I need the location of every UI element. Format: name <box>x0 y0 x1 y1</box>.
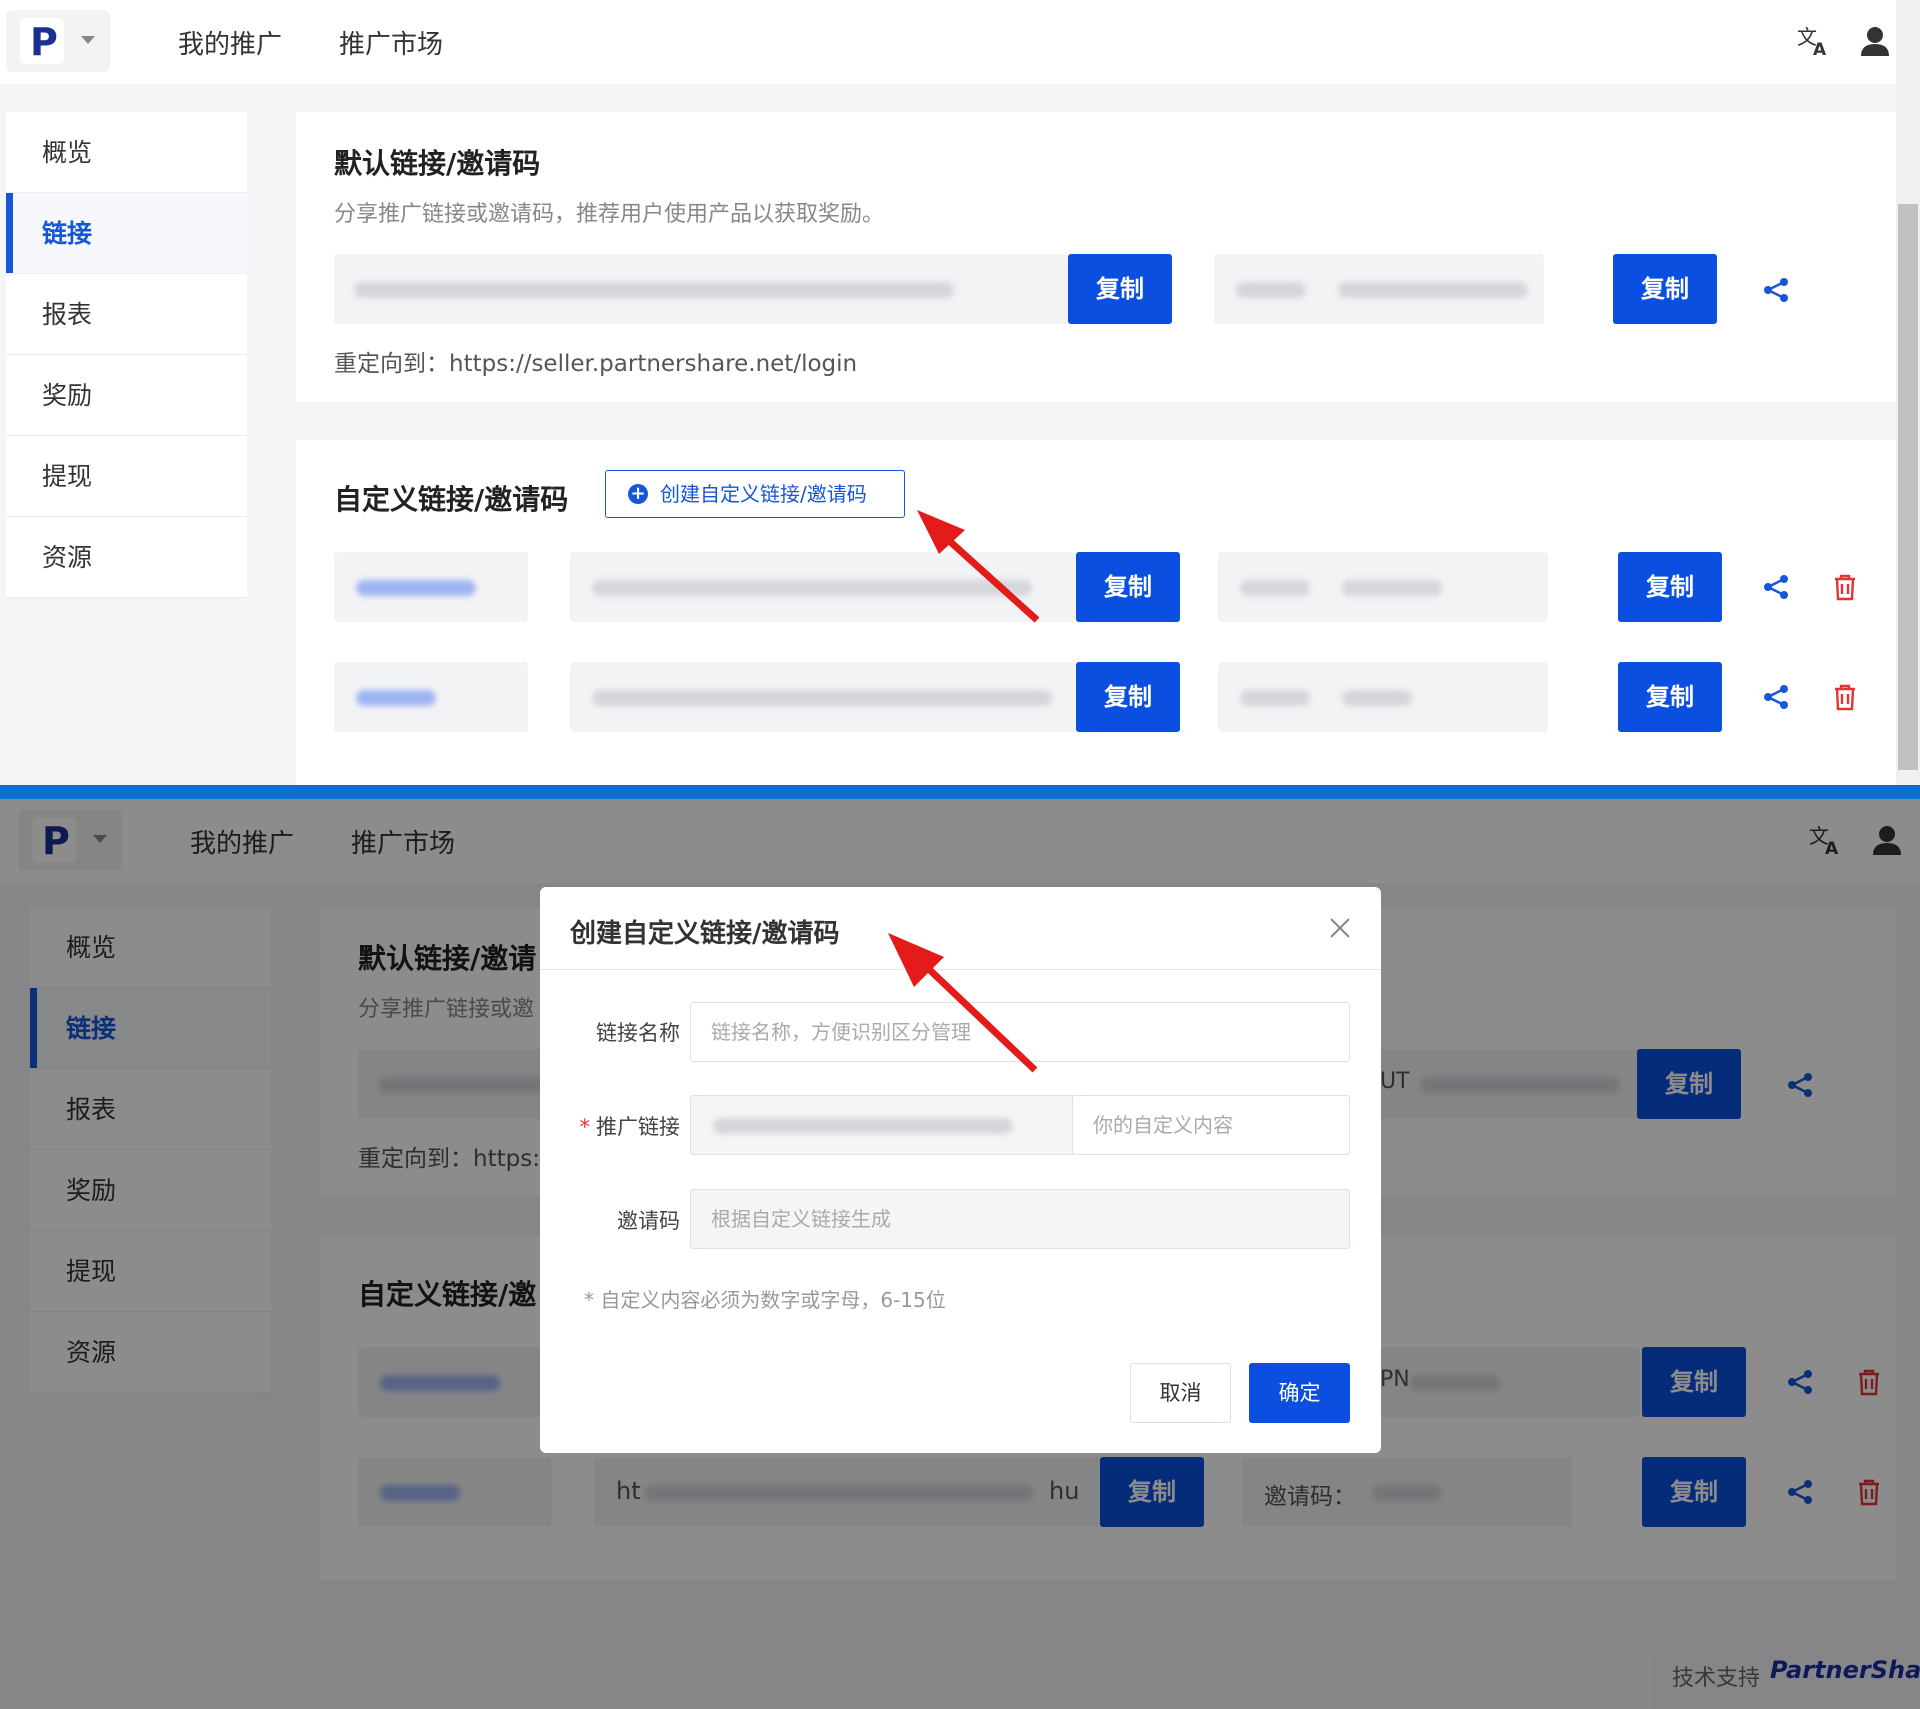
custom-link-card: 自定义链接/邀请码 + 创建自定义链接/邀请码 复制 复制 复制 复制 <box>296 440 1896 785</box>
create-custom-link-button[interactable]: + 创建自定义链接/邀请码 <box>605 470 905 518</box>
promo-link-base <box>690 1095 1075 1155</box>
sidebar-item-links[interactable]: 链接 <box>6 193 247 274</box>
custom-content-input[interactable]: 你的自定义内容 <box>1072 1095 1350 1155</box>
modal-title: 创建自定义链接/邀请码 <box>570 919 840 949</box>
copy-link-button[interactable]: 复制 <box>1076 552 1180 622</box>
default-link-card: 默认链接/邀请码 分享推广链接或邀请码，推荐用户使用产品以获取奖励。 复制 复制… <box>296 112 1896 402</box>
user-icon[interactable] <box>1858 24 1892 66</box>
custom-link-name <box>334 552 528 622</box>
create-link-modal: 创建自定义链接/邀请码 链接名称 链接名称，方便识别区分管理 * 推广链接 你的自… <box>540 887 1381 1453</box>
nav-my-promotion[interactable]: 我的推广 <box>178 24 282 61</box>
link-name-input[interactable]: 链接名称，方便识别区分管理 <box>690 1002 1350 1062</box>
copy-link-button[interactable]: 复制 <box>1068 254 1172 324</box>
chevron-down-icon <box>81 36 95 44</box>
top-navbar: P 我的推广 推广市场 文A <box>0 0 1896 84</box>
nav-promotion-market[interactable]: 推广市场 <box>339 24 443 61</box>
confirm-button[interactable]: 确定 <box>1249 1363 1350 1423</box>
copy-link-button[interactable]: 复制 <box>1076 662 1180 732</box>
logo: P <box>20 18 64 64</box>
invite-code-label: 邀请码 <box>617 1209 680 1233</box>
app-switcher[interactable]: P <box>6 10 110 72</box>
copy-code-button[interactable]: 复制 <box>1618 552 1722 622</box>
sidebar-item-reports[interactable]: 报表 <box>6 274 247 355</box>
upper-screenshot: P 我的推广 推广市场 文A 概览 链接 报表 奖励 提现 资源 默认链接/邀请… <box>0 0 1920 785</box>
custom-link-name <box>334 662 528 732</box>
custom-code-field[interactable] <box>1218 662 1548 732</box>
promo-link-label: * 推广链接 <box>579 1115 681 1139</box>
panel-divider <box>0 785 1920 799</box>
copy-code-button[interactable]: 复制 <box>1618 662 1722 732</box>
custom-link-title: 自定义链接/邀请码 <box>334 483 569 516</box>
trash-icon[interactable] <box>1832 683 1858 711</box>
default-link-subtitle: 分享推广链接或邀请码，推荐用户使用产品以获取奖励。 <box>334 202 885 227</box>
close-icon[interactable] <box>1327 915 1353 941</box>
invite-code-input: 根据自定义链接生成 <box>690 1189 1350 1249</box>
share-icon[interactable] <box>1762 573 1790 601</box>
share-icon[interactable] <box>1762 276 1790 304</box>
translate-icon[interactable]: 文A <box>1796 24 1830 66</box>
custom-link-field[interactable] <box>570 662 1076 732</box>
plus-circle-icon: + <box>628 484 648 504</box>
sidebar: 概览 链接 报表 奖励 提现 资源 <box>6 112 247 598</box>
share-icon[interactable] <box>1762 683 1790 711</box>
svg-text:A: A <box>1813 40 1827 58</box>
trash-icon[interactable] <box>1832 573 1858 601</box>
form-hint: * 自定义内容必须为数字或字母，6-15位 <box>584 1288 946 1312</box>
modal-divider <box>540 969 1381 970</box>
default-code-field[interactable] <box>1214 254 1544 324</box>
sidebar-item-overview[interactable]: 概览 <box>6 112 247 193</box>
custom-code-field[interactable] <box>1218 552 1548 622</box>
sidebar-item-resources[interactable]: 资源 <box>6 517 247 598</box>
redirect-text: 重定向到：https://seller.partnershare.net/log… <box>334 351 858 377</box>
sidebar-item-rewards[interactable]: 奖励 <box>6 355 247 436</box>
default-link-field[interactable] <box>334 254 1070 324</box>
cancel-button[interactable]: 取消 <box>1130 1363 1231 1423</box>
sidebar-item-withdraw[interactable]: 提现 <box>6 436 247 517</box>
scrollbar-thumb[interactable] <box>1898 204 1918 770</box>
custom-link-field[interactable] <box>570 552 1076 622</box>
link-name-label: 链接名称 <box>596 1021 680 1045</box>
copy-code-button[interactable]: 复制 <box>1613 254 1717 324</box>
default-link-title: 默认链接/邀请码 <box>334 147 541 180</box>
